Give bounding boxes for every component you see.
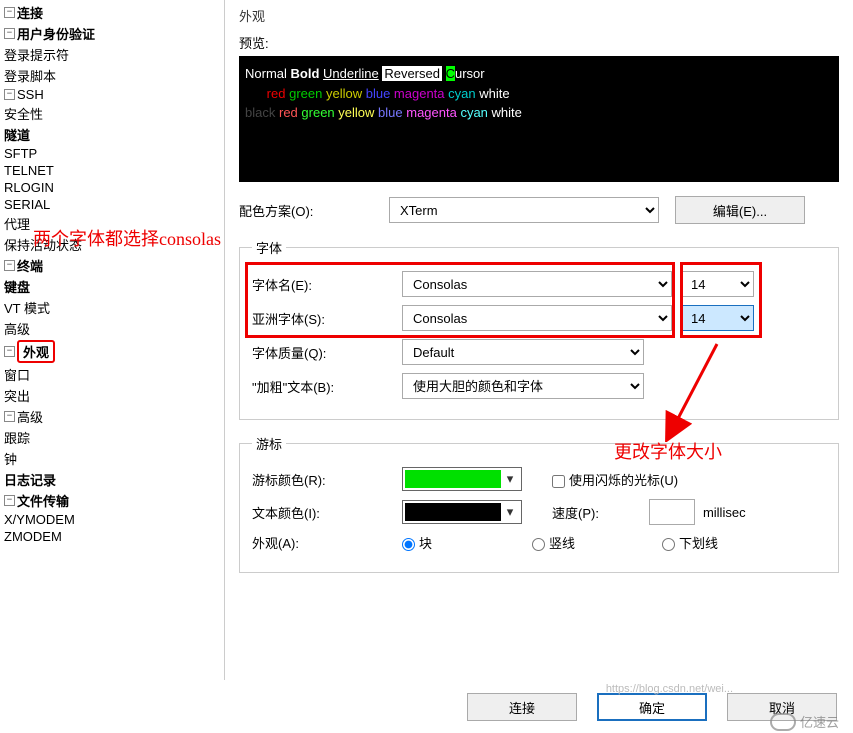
ok-button[interactable]: 确定 (597, 693, 707, 721)
tree-rlogin[interactable]: RLOGIN (4, 180, 54, 195)
annotation-size: 更改字体大小 (614, 438, 722, 464)
collapse-icon[interactable]: − (4, 260, 15, 271)
scheme-label: 配色方案(O): (239, 201, 389, 220)
tree-highlight[interactable]: 突出 (4, 386, 30, 405)
tree-logging[interactable]: 日志记录 (4, 470, 56, 489)
tree-xymodem[interactable]: X/YMODEM (4, 512, 75, 527)
cursor-appearance-label: 外观(A): (252, 533, 402, 552)
tree-advanced-terminal[interactable]: 高级 (4, 319, 30, 338)
tree-login-script[interactable]: 登录脚本 (4, 66, 56, 85)
collapse-icon[interactable]: − (4, 411, 15, 422)
tree-tunnel[interactable]: 隧道 (4, 125, 30, 144)
collapse-icon[interactable]: − (4, 495, 15, 506)
font-name-label: 字体名(E): (252, 275, 402, 294)
preview-label: 预览: (239, 33, 839, 52)
connect-button[interactable]: 连接 (467, 693, 577, 721)
font-quality-select[interactable]: Default (402, 339, 644, 365)
blink-checkbox[interactable] (552, 475, 565, 488)
scheme-select[interactable]: XTerm (389, 197, 659, 223)
asia-font-size-select[interactable]: 14 (680, 305, 754, 331)
collapse-icon[interactable]: − (4, 346, 15, 357)
page-title: 外观 (239, 6, 839, 25)
tree-login-prompt[interactable]: 登录提示符 (4, 45, 69, 64)
annotation-font: 两个字体都选择consolas (33, 225, 221, 251)
tree-advanced[interactable]: 高级 (17, 407, 43, 426)
cursor-underline-radio[interactable]: 下划线 (662, 533, 718, 552)
preview-box: Normal Bold Underline Reversed Cursor re… (239, 56, 839, 182)
tree-keyboard[interactable]: 键盘 (4, 277, 30, 296)
watermark: 亿速云 (770, 712, 839, 731)
tree-ssh[interactable]: SSH (17, 87, 44, 102)
text-color-picker[interactable]: ▾ (402, 500, 522, 524)
speed-input[interactable] (649, 499, 695, 525)
font-size-select[interactable]: 14 (680, 271, 754, 297)
tree-terminal[interactable]: 终端 (17, 256, 43, 275)
tree-bell[interactable]: 钟 (4, 449, 17, 468)
bold-text-label: "加粗"文本(B): (252, 377, 402, 396)
tree-serial[interactable]: SERIAL (4, 197, 50, 212)
cursor-color-label: 游标颜色(R): (252, 470, 402, 489)
blink-checkbox-label[interactable]: 使用闪烁的光标(U) (552, 470, 678, 489)
edit-scheme-button[interactable]: 编辑(E)... (675, 196, 805, 224)
settings-tree: −连接 −用户身份验证 登录提示符 登录脚本 −SSH 安全性 隧道 SFTP … (0, 0, 225, 680)
font-quality-label: 字体质量(Q): (252, 343, 402, 362)
text-color-label: 文本颜色(I): (252, 503, 402, 522)
tree-sftp[interactable]: SFTP (4, 146, 37, 161)
speed-unit: millisec (703, 505, 746, 520)
asia-font-select[interactable]: Consolas (402, 305, 672, 331)
cursor-legend: 游标 (252, 434, 286, 453)
tree-window[interactable]: 窗口 (4, 365, 30, 384)
collapse-icon[interactable]: − (4, 7, 15, 18)
bold-text-select[interactable]: 使用大胆的颜色和字体 (402, 373, 644, 399)
collapse-icon[interactable]: − (4, 28, 15, 39)
watermark-url: https://blog.csdn.net/wei... (606, 683, 733, 695)
cursor-fieldset: 游标 游标颜色(R): ▾ 使用闪烁的光标(U) 文本颜色(I): ▾ 速度(P… (239, 434, 839, 573)
tree-trace[interactable]: 跟踪 (4, 428, 30, 447)
tree-file-transfer[interactable]: 文件传输 (17, 491, 69, 510)
tree-appearance[interactable]: 外观 (17, 340, 55, 363)
tree-auth[interactable]: 用户身份验证 (17, 24, 95, 43)
cloud-icon (770, 713, 796, 731)
font-fieldset: 字体 字体名(E): Consolas 14 亚洲字体(S): Consolas… (239, 238, 839, 420)
tree-security[interactable]: 安全性 (4, 104, 43, 123)
cursor-vline-radio[interactable]: 竖线 (532, 533, 662, 552)
cursor-color-picker[interactable]: ▾ (402, 467, 522, 491)
tree-connection[interactable]: 连接 (17, 3, 43, 22)
font-name-select[interactable]: Consolas (402, 271, 672, 297)
chevron-down-icon: ▾ (501, 471, 519, 487)
tree-zmodem[interactable]: ZMODEM (4, 529, 62, 544)
chevron-down-icon: ▾ (501, 504, 519, 520)
collapse-icon[interactable]: − (4, 89, 15, 100)
speed-label: 速度(P): (552, 503, 599, 522)
tree-vt[interactable]: VT 模式 (4, 298, 50, 317)
tree-telnet[interactable]: TELNET (4, 163, 54, 178)
font-legend: 字体 (252, 238, 286, 257)
cursor-block-radio[interactable]: 块 (402, 533, 532, 552)
main-panel: 外观 预览: Normal Bold Underline Reversed Cu… (225, 0, 853, 680)
tree-proxy[interactable]: 代理 (4, 214, 30, 233)
asia-font-label: 亚洲字体(S): (252, 309, 402, 328)
